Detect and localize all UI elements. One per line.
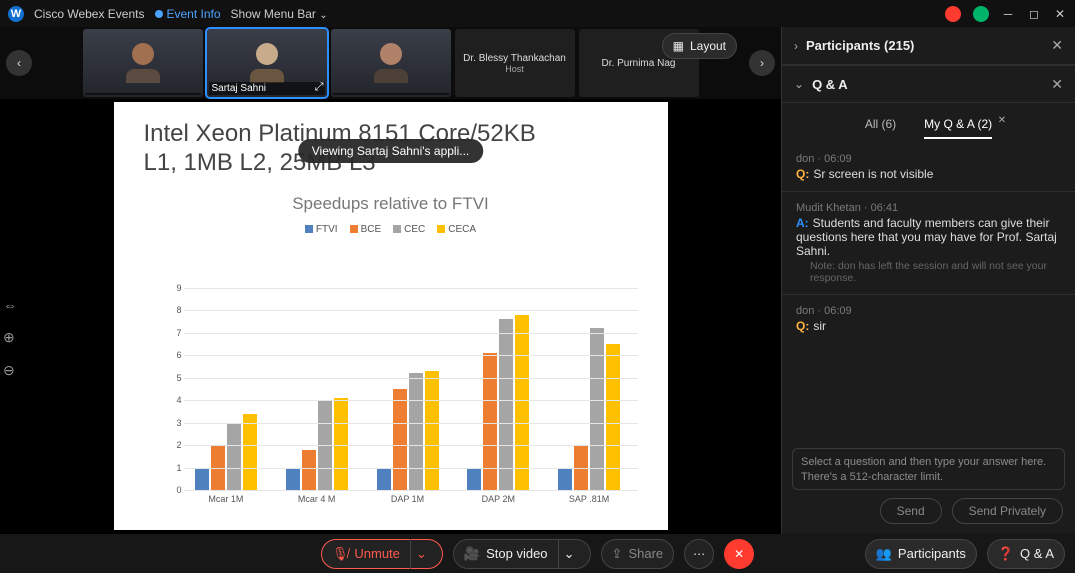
video-thumb-3[interactable]	[331, 29, 451, 97]
people-icon: 👥	[876, 546, 892, 562]
share-button[interactable]: ⇪ Share	[601, 539, 675, 569]
send-privately-button[interactable]: Send Privately	[952, 498, 1063, 524]
expand-icon[interactable]: ⤢	[315, 81, 324, 94]
thumb-2-name: Sartaj Sahni	[209, 82, 325, 95]
thumb-3-name	[333, 93, 449, 95]
meeting-controls: 🎙︎̸ Unmute ⌄ 🎥 Stop video ⌄ ⇪ Share ⋯ ✕ …	[0, 534, 1075, 573]
close-icon: ✕	[734, 547, 744, 561]
layout-grid-icon: ▦	[673, 39, 684, 53]
chart-legend: FTVIBCECECCECA	[114, 224, 668, 235]
thumbnails-next-button[interactable]: ›	[749, 50, 775, 76]
fit-width-icon[interactable]: ⇔	[3, 297, 17, 313]
thumb-4-name: Dr. Blessy Thankachan	[463, 53, 566, 64]
stop-video-label: Stop video	[486, 546, 547, 561]
bar	[243, 414, 257, 490]
close-window-button[interactable]: ✕	[1053, 7, 1067, 21]
layout-button[interactable]: ▦ Layout	[662, 33, 737, 59]
title-bar: W Cisco Webex Events Event Info Show Men…	[0, 0, 1075, 27]
close-participants-button[interactable]: ✕	[1051, 37, 1063, 54]
unmute-label: Unmute	[354, 546, 400, 561]
webex-logo-icon: W	[8, 6, 24, 22]
show-menu-bar-toggle[interactable]: Show Menu Bar ⌄	[231, 7, 328, 21]
bar	[467, 468, 481, 490]
zoom-in-icon[interactable]: ⊕	[3, 329, 17, 346]
leave-meeting-button[interactable]: ✕	[724, 539, 754, 569]
bar	[334, 398, 348, 490]
maximize-button[interactable]: ◻	[1027, 7, 1041, 21]
qa-label: Q & A	[1020, 546, 1054, 561]
bar	[302, 450, 316, 490]
video-thumb-2-active[interactable]: Sartaj Sahni ⤢	[207, 29, 327, 97]
video-thumb-1[interactable]	[83, 29, 203, 97]
bar	[483, 353, 497, 490]
chart-title: Speedups relative to FTVI	[114, 194, 668, 214]
participants-panel-header[interactable]: › Participants (215) ✕	[782, 27, 1075, 65]
zoom-out-icon[interactable]: ⊖	[3, 362, 17, 379]
video-options-button[interactable]: ⌄	[558, 539, 580, 569]
stop-video-button[interactable]: 🎥 Stop video ⌄	[453, 539, 591, 569]
qa-panel-title: Q & A	[812, 77, 1051, 92]
close-qa-button[interactable]: ✕	[1051, 76, 1063, 93]
unmute-button[interactable]: 🎙︎̸ Unmute ⌄	[321, 539, 443, 569]
record-indicator-icon	[945, 6, 961, 22]
qa-tab-mine[interactable]: My Q & A (2)✕	[924, 117, 992, 139]
bar	[195, 468, 209, 490]
bar	[286, 468, 300, 490]
open-participants-button[interactable]: 👥 Participants	[865, 539, 977, 569]
bar	[425, 371, 439, 490]
thumb-4-role: Host	[505, 64, 524, 74]
thumb-5-name: Dr. Purnima Nag	[602, 58, 676, 69]
qa-body: All (6) My Q & A (2)✕ don · 06:09Q:Sr sc…	[782, 103, 1075, 442]
sharing-indicator: Viewing Sartaj Sahni's appli...	[298, 139, 484, 163]
qa-panel-header[interactable]: ⌄ Q & A ✕	[782, 65, 1075, 103]
minimize-button[interactable]: ─	[1001, 7, 1015, 21]
thumbnails-prev-button[interactable]: ‹	[6, 50, 32, 76]
video-thumb-4[interactable]: Dr. Blessy Thankachan Host	[455, 29, 575, 97]
send-button[interactable]: Send	[880, 498, 942, 524]
status-indicator-icon	[973, 6, 989, 22]
bar	[377, 468, 391, 490]
meeting-stage: ‹ Sartaj Sahni ⤢ Dr. Blessy Thankachan	[0, 27, 781, 534]
bar	[409, 373, 423, 490]
audio-options-button[interactable]: ⌄	[410, 539, 432, 569]
chevron-right-icon: ›	[794, 39, 798, 53]
side-panel: › Participants (215) ✕ ⌄ Q & A ✕ All (6)…	[781, 27, 1075, 534]
mic-muted-icon: 🎙︎̸	[332, 546, 349, 562]
more-options-button[interactable]: ⋯	[684, 539, 714, 569]
chart-area: 0123456789 Mcar 1MMcar 4 MDAP 1MDAP 2MSA…	[184, 288, 638, 490]
camera-icon: 🎥	[464, 546, 480, 562]
bar	[227, 423, 241, 490]
question-icon: ❓	[998, 546, 1014, 562]
bar	[499, 319, 513, 490]
share-icon: ⇪	[612, 546, 623, 562]
video-thumbnails-row: ‹ Sartaj Sahni ⤢ Dr. Blessy Thankachan	[0, 27, 781, 99]
qa-answer-input[interactable]: Select a question and then type your ans…	[792, 448, 1065, 490]
bar	[590, 328, 604, 490]
thumb-1-name	[85, 93, 201, 95]
open-qa-button[interactable]: ❓ Q & A	[987, 539, 1065, 569]
app-name: Cisco Webex Events	[34, 7, 145, 21]
participants-panel-title: Participants (215)	[806, 38, 1051, 53]
event-info-link[interactable]: Event Info	[155, 7, 221, 21]
bar	[393, 389, 407, 490]
bar	[558, 468, 572, 490]
share-label: Share	[628, 546, 663, 561]
layout-label: Layout	[690, 39, 726, 53]
shared-slide: Intel Xeon Platinum 8151 Core/52KB L1, 1…	[114, 102, 668, 530]
tab-close-icon[interactable]: ✕	[998, 115, 1006, 126]
qa-tab-all[interactable]: All (6)	[865, 117, 896, 139]
bar	[515, 315, 529, 490]
chevron-down-icon: ⌄	[794, 77, 804, 91]
participants-label: Participants	[898, 546, 966, 561]
